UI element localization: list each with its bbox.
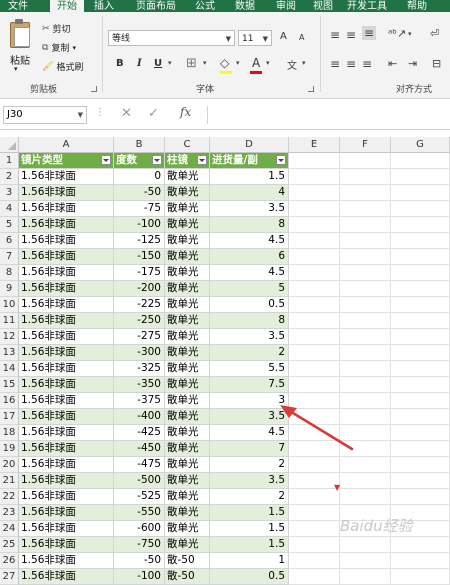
watermark: Baidu经验 xyxy=(340,517,413,535)
row-header[interactable]: 27 xyxy=(0,569,19,585)
empty-cell[interactable] xyxy=(340,569,391,585)
empty-cell[interactable] xyxy=(391,569,450,585)
empty-cell[interactable] xyxy=(289,569,340,585)
cell-degree[interactable]: -100 xyxy=(114,569,165,585)
cell-quantity[interactable]: 0.5 xyxy=(210,569,289,585)
cell-lens-type[interactable]: 1.56非球面 xyxy=(19,569,114,585)
red-marker-icon: ▼ xyxy=(334,483,341,492)
annotation-arrow xyxy=(280,405,354,451)
cell-cylinder[interactable]: 散-50 xyxy=(165,569,210,585)
